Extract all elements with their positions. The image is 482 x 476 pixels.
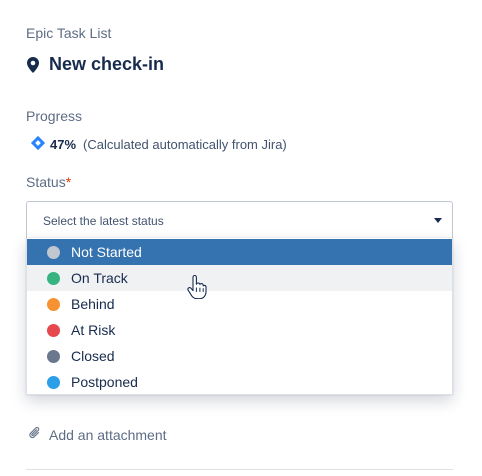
status-label-text: Status: [26, 174, 66, 190]
page-header: New check-in: [26, 54, 164, 75]
status-option-not-started[interactable]: Not Started: [27, 239, 452, 265]
status-dot-icon: [47, 271, 60, 285]
status-option-behind[interactable]: Behind: [27, 291, 452, 317]
status-dot-icon: [47, 323, 60, 337]
status-dropdown-menu: Not Started On Track Behind At Risk Clos…: [26, 238, 453, 395]
required-marker: *: [65, 174, 72, 190]
status-option-postponed[interactable]: Postponed: [27, 369, 452, 395]
page-title: New check-in: [49, 54, 165, 74]
status-dot-icon: [47, 375, 60, 389]
status-option-at-risk[interactable]: At Risk: [27, 317, 452, 343]
status-label: Status*: [26, 174, 71, 190]
jira-diamond-icon: [30, 135, 46, 154]
status-option-label: On Track: [71, 270, 128, 286]
status-option-label: Closed: [71, 348, 115, 364]
status-option-on-track[interactable]: On Track: [27, 265, 452, 291]
progress-label: Progress: [26, 108, 83, 124]
location-pin-icon: [26, 56, 40, 73]
status-select-placeholder: Select the latest status: [43, 214, 164, 228]
paperclip-icon: [29, 426, 41, 443]
status-option-closed[interactable]: Closed: [27, 343, 452, 369]
add-attachment-link[interactable]: Add an attachment: [29, 426, 167, 443]
progress-value-row: 47% (Calculated automatically from Jira): [30, 135, 287, 154]
status-dot-icon: [47, 349, 60, 363]
add-attachment-label: Add an attachment: [49, 426, 167, 443]
status-option-label: At Risk: [71, 322, 116, 338]
progress-percent: 47%: [50, 137, 77, 152]
chevron-down-icon[interactable]: [434, 218, 442, 223]
breadcrumb[interactable]: Epic Task List: [26, 25, 111, 41]
progress-note: (Calculated automatically from Jira): [83, 137, 287, 152]
status-dot-icon: [47, 245, 60, 259]
status-dot-icon: [47, 297, 60, 311]
divider: [26, 469, 453, 470]
status-option-label: Not Started: [71, 244, 142, 260]
status-select[interactable]: Select the latest status: [26, 201, 453, 241]
status-option-label: Postponed: [71, 374, 138, 390]
status-option-label: Behind: [71, 296, 115, 312]
hand-pointer-cursor-icon: [187, 274, 207, 304]
